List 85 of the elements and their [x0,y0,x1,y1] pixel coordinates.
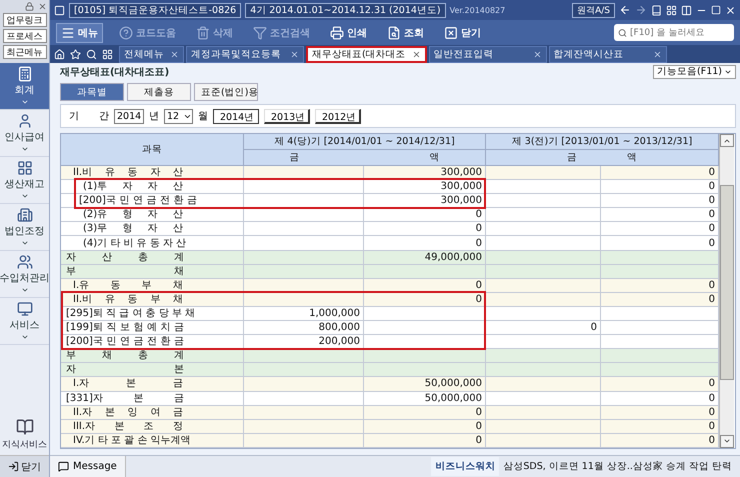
sidebar-item[interactable]: 생산재고 [0,157,49,204]
amount-cell: 0 [364,434,486,448]
account-cell: [295]퇴 직 급 여 충 당 부 채 [61,306,244,322]
account-cell: [331]자 본 금 [61,392,244,406]
account-cell: 자 산 총 계 [61,250,244,265]
message-tab[interactable]: Message [50,456,126,477]
sidebar-button[interactable]: 업무링크 [2,13,46,27]
account-cell: 부 채 [61,264,244,279]
amount-cell: 49,000,000 [364,250,486,265]
view-tab[interactable]: 제출용 [127,83,191,101]
account-cell: (4)기 타 비 유 동 자 산 [61,236,244,251]
toolbar-button[interactable]: 조회 [383,22,428,42]
amount-cell: 300,000 [364,180,486,194]
amount-cell: 0 [601,292,719,307]
amount-cell: 0 [601,420,719,434]
amount-cell: 0 [364,208,486,222]
tab[interactable]: 재무상태표(대차대조 [306,46,427,63]
account-cell: IV.기 타 포 괄 손 익누계액 [61,434,244,448]
amount-cell: 0 [601,377,719,392]
account-cell: III.자 본 조 정 [61,420,244,434]
tab[interactable]: 계정과목및적요등록 [186,46,304,63]
amount-cell: 1,000,000 [244,306,364,322]
page-title: 재무상태표(대차대조표) [60,66,170,78]
knowledge-service-button[interactable]: 지식서비스 [0,414,49,455]
tab[interactable]: 합계잔액시산표 [548,46,667,63]
sidebar-item[interactable]: 법인조정 [0,204,49,251]
amount-cell: 0 [364,222,486,236]
account-cell: (2)유 형 자 산 [61,208,244,222]
account-cell: 부 채 총 계 [61,349,244,364]
amount-cell: 0 [601,180,719,194]
month-dropdown[interactable]: 12 [164,108,193,124]
news-ticker[interactable]: 삼성SDS, 이르면 11월 상장..삼성家 승계 작업 탄력 [499,460,740,473]
function-menu-dropdown[interactable]: 기능모음(F11) [653,64,736,78]
amount-cell: 0 [364,420,486,434]
year-button[interactable]: 2014년 [213,108,259,124]
account-cell: [199]퇴 직 보 험 예 치 금 [61,321,244,336]
amount-cell: 0 [364,406,486,420]
sidebar-item[interactable]: 인사급여 [0,110,49,157]
sidebar-button[interactable]: 최근메뉴 [2,45,46,59]
account-cell: [200]국 민 연 금 전 환 금 [61,194,244,208]
amount-cell: 0 [364,236,486,251]
company-title: [0105] 퇴직금운용자산테스트-0826 [69,2,242,18]
year-field[interactable]: 2014 [114,108,144,124]
amount-cell: 0 [601,166,719,180]
column-header: 제 3(전)기 [2013/01/01 ~ 2013/12/31] [486,134,719,150]
amount-cell: 0 [601,392,719,406]
amount-cell: 800,000 [244,321,364,336]
news-label: 비즈니스워치 [431,457,500,476]
year-unit: 년 [149,110,159,123]
account-cell: II.자 본 잉 여 금 [61,406,244,420]
toolbar-button[interactable]: 메뉴 [56,22,103,42]
year-button[interactable]: 2013년 [264,108,310,124]
fiscal-period: 4기 2014.01.01~2014.12.31 (2014년도) [245,2,446,18]
close-button[interactable]: 닫기 [0,455,49,477]
account-cell: (1)투 자 자 산 [61,180,244,194]
year-button[interactable]: 2012년 [315,108,361,124]
amount-cell: 0 [601,236,719,251]
amount-cell: 0 [601,208,719,222]
amount-cell: 0 [601,278,719,293]
account-cell: 자 본 [61,363,244,378]
amount-cell: 0 [601,222,719,236]
view-tab[interactable]: 표준(법인)용 [194,83,258,101]
amount-cell: 0 [486,321,601,336]
sidebar-item[interactable]: 수입처관리 [0,251,49,298]
view-tab[interactable]: 과목별 [60,83,124,101]
amount-cell: 0 [601,434,719,448]
toolbar-button[interactable]: 닫기 [440,22,485,42]
account-cell: (3)무 형 자 산 [61,222,244,236]
amount-cell: 0 [601,406,719,420]
sidebar-item[interactable]: 서비스 [0,298,49,345]
search-box[interactable]: [F10] 을 눌러세요 [614,24,734,41]
period-label: 기 간 [69,110,109,123]
column-header: 제 4(당)기 [2014/01/01 ~ 2014/12/31] [244,134,486,150]
account-cell: I.자 본 금 [61,377,244,392]
remote-support-button[interactable]: 원격A/S [572,2,615,18]
sidebar-button[interactable]: 프로세스 [2,29,46,43]
sidebar-item[interactable]: 회계 [0,63,49,110]
tab[interactable]: 일반전표입력 [428,46,547,63]
amount-cell: 50,000,000 [364,392,486,406]
toolbar-button[interactable]: 인쇄 [326,22,371,42]
version-label: Ver.20140827 [450,6,506,14]
amount-cell: 50,000,000 [364,377,486,392]
month-unit: 월 [198,110,208,123]
tab[interactable]: 전체메뉴 [119,46,184,63]
amount-cell: 0 [601,194,719,208]
